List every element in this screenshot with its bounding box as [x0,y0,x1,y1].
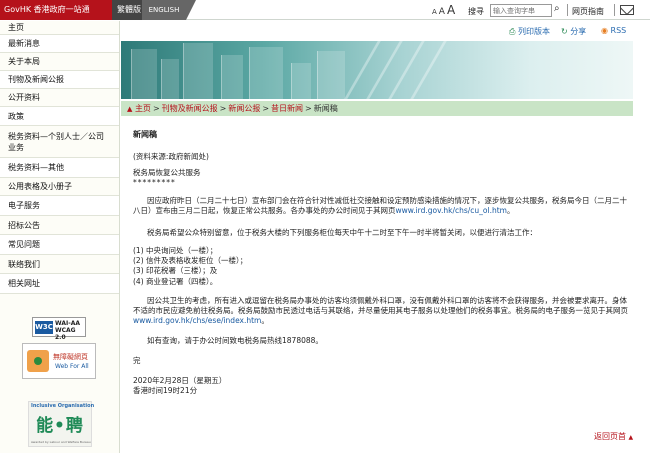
sidebar-item-tax-individual[interactable]: 税务资料—个别人士／公司业务 [0,126,119,158]
breadcrumb-home[interactable]: 主页 [135,104,151,113]
sidebar-item-about[interactable]: 关于本局 [0,53,119,71]
article-paragraph: 因公共卫生的考虑，所有进入或逗留在税务局办事处的访客均须佩戴外科口罩，没有佩戴外… [133,296,628,325]
mail-icon[interactable] [620,5,634,15]
sidebar-item-open-data[interactable]: 公开资料 [0,89,119,107]
office-hours-link[interactable]: www.ird.gov.hk/chs/cu_ol.htm [396,206,508,215]
search-icon[interactable]: ⌕ [554,3,560,14]
sidebar-item-contact[interactable]: 联络我们 [0,255,119,274]
article-title: 新闻稿 [133,130,157,139]
list-item: (3) 印花税署（三楼）；及 [133,266,218,275]
web-for-all-en: Web For All [55,363,89,370]
article-source: (资料来源:政府新闻处) [133,152,209,161]
e-services-link[interactable]: www.ird.gov.hk/chs/ese/index.htm [133,316,261,325]
sidebar-item-publications[interactable]: 刊物及新闻公报 [0,71,119,89]
top-bar: GovHK 香港政府一站通 繁體版 ENGLISH AAA 搜寻 ⌕ 网页指南 [0,0,650,20]
search-input[interactable] [490,4,552,17]
printer-icon: ⎙ [509,27,516,36]
back-to-top-link[interactable]: 返回页首 ▲ [594,431,633,442]
sidebar-item-tenders[interactable]: 招标公告 [0,216,119,235]
sidebar-item-news[interactable]: 最新消息 [0,35,119,53]
article-time: 香港时间19时21分 [133,386,198,395]
sidebar-item-forms[interactable]: 公用表格及小册子 [0,178,119,196]
inclusive-organisation-badge[interactable]: Inclusive Organisation 能•聘 Awarded by La… [28,401,95,447]
article-headline: 税务局恢复公共服务 [133,168,201,177]
sidebar-item-home[interactable]: 主页 [0,21,119,35]
inclusive-logo: 能•聘 [36,416,84,436]
font-large-button[interactable]: A [447,3,455,17]
list-item: (4) 商业登记署（四楼）。 [133,277,218,286]
lang-english-link[interactable]: ENGLISH [142,0,196,20]
sidebar-item-links[interactable]: 相关网址 [0,274,119,294]
sidebar-nav: 主页 最新消息 关于本局 刊物及新闻公报 公开资料 政策 税务资料—个别人士／公… [0,21,120,453]
article-paragraph: 因应政府昨日（二月二十七日）宣布部门会在符合针对性减低社交接触和设定预防感染措施… [133,196,627,215]
rss-link[interactable]: ◉ RSS [601,26,626,35]
breadcrumb: ▲ 主页 > 刊物及新闻公报 > 新闻公报 > 昔日新闻 > 新闻稿 [121,101,633,116]
article-date: 2020年2月28日（星期五） [133,376,227,385]
share-link[interactable]: ↻ 分享 [561,26,586,37]
rss-icon: ◉ [601,26,608,35]
utility-bar: ⎙ 列印版本 ↻ 分享 ◉ RSS [121,21,650,41]
web-for-all-cn: 無障礙網頁 [53,353,88,361]
sitemap-link[interactable]: 网页指南 [572,6,604,17]
font-small-button[interactable]: A [432,8,437,16]
web-for-all-logo-icon [27,350,49,372]
article-paragraph: 如有查询，请于办公时间致电税务局热线1878088。 [147,336,323,345]
inclusive-subtitle: Awarded by Labour and Welfare Bureau [31,440,91,444]
share-icon: ↻ [561,27,568,36]
font-medium-button[interactable]: A [439,7,445,17]
article-paragraph: 税务局希望公众特别留意，位于税务大楼的下列服务柜位每天中午十二时至下午一时半将暂… [147,228,537,237]
breadcrumb-press-releases[interactable]: 新闻公报 [228,104,260,113]
govhk-link[interactable]: GovHK 香港政府一站通 [0,0,122,20]
sidebar-item-tax-other[interactable]: 税务资料—其他 [0,158,119,178]
print-link[interactable]: ⎙ 列印版本 [509,26,550,37]
sidebar-item-faq[interactable]: 常见问题 [0,235,119,255]
list-item: (2) 信件及表格收发柜位（一楼）； [133,256,248,265]
search-label: 搜寻 [468,7,484,16]
inclusive-title: Inclusive Organisation [31,403,95,409]
header-banner-image [121,41,633,99]
w3c-badge-text: WAI-AA WCAG 2.0 [55,320,81,341]
web-for-all-badge[interactable]: 無障礙網頁 Web For All [22,343,96,379]
sidebar-item-policy[interactable]: 政策 [0,107,119,126]
divider [567,4,568,16]
breadcrumb-archive[interactable]: 昔日新闻 [271,104,303,113]
divider [614,4,615,16]
font-size-controls: AAA [432,3,457,17]
arrow-up-icon: ▲ [628,434,634,441]
article-end: 完 [133,356,141,365]
lang-traditional-link[interactable]: 繁體版 [112,0,142,20]
breadcrumb-current: 新闻稿 [313,104,338,113]
article-separator: ********* [133,178,176,187]
sidebar-item-e-services[interactable]: 电子服务 [0,196,119,216]
breadcrumb-publications[interactable]: 刊物及新闻公报 [162,104,218,113]
w3c-wcag-badge[interactable]: W3C WAI-AA WCAG 2.0 [32,317,86,341]
list-item: (1) 中央询问处（一楼）； [133,246,218,255]
home-icon: ▲ [127,105,133,113]
w3c-logo: W3C [35,321,53,334]
